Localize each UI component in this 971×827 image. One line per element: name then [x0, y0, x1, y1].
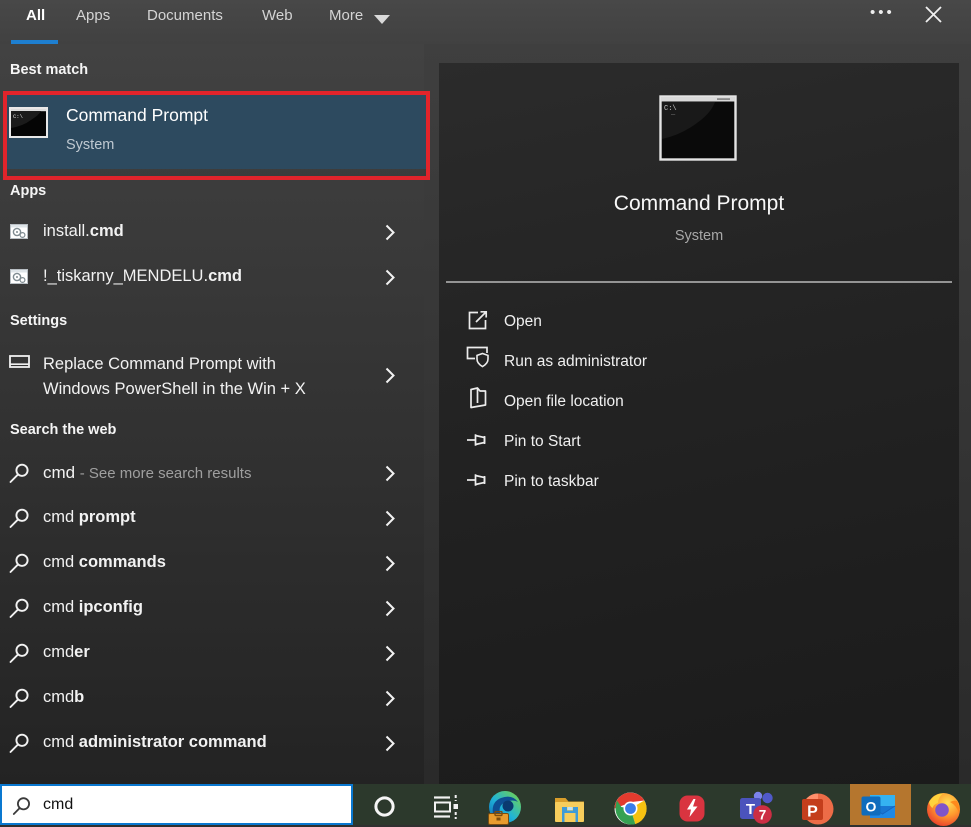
svg-text:O: O [866, 799, 877, 815]
svg-text:P: P [807, 804, 818, 821]
svg-text:_: _ [670, 109, 676, 117]
svg-text:7: 7 [759, 808, 767, 823]
svg-text:C:\: C:\ [13, 113, 23, 120]
